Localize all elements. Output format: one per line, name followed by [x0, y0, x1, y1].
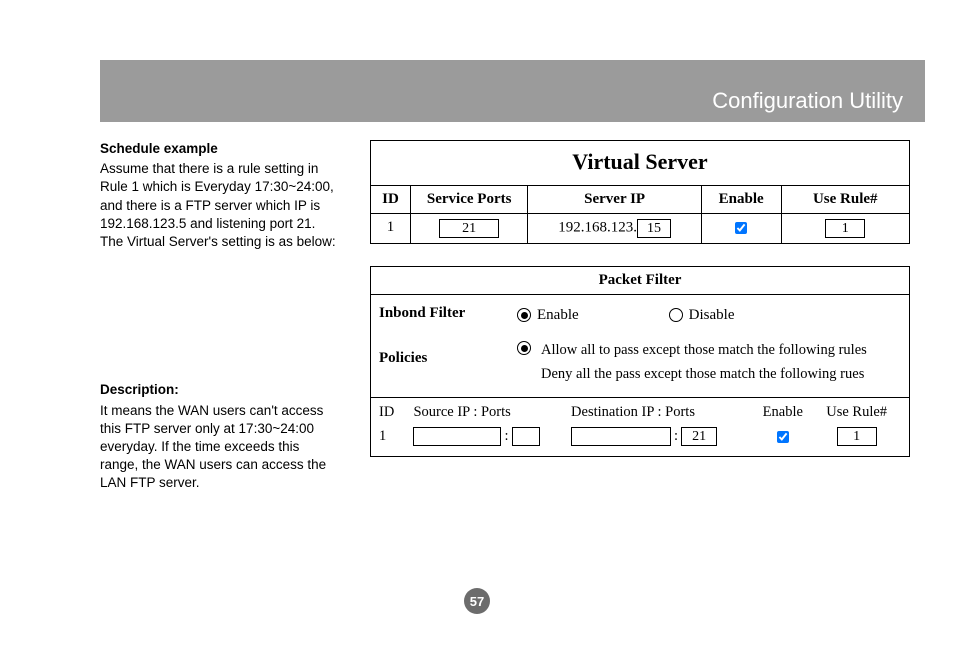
virtual-server-panel: Virtual Server ID Service Ports Server I…	[370, 140, 910, 244]
vs-enable-checkbox[interactable]	[735, 222, 747, 234]
vs-header-enable: Enable	[702, 186, 782, 213]
colon-icon: :	[501, 428, 511, 444]
inbound-filter-label: Inbond Filter	[379, 305, 503, 322]
pf-header-enable: Enable	[753, 404, 812, 421]
vs-header-use-rule: Use Rule#	[782, 186, 910, 213]
description-body: It means the WAN users can't access this…	[100, 402, 340, 493]
description-heading: Description:	[100, 381, 340, 399]
inbound-enable-radio[interactable]	[517, 308, 531, 322]
pf-src-ip-input[interactable]	[413, 427, 501, 446]
pf-header-src: Source IP : Ports	[413, 404, 571, 421]
packet-filter-title: Packet Filter	[371, 267, 909, 295]
inbound-disable-radio[interactable]	[669, 308, 683, 322]
schedule-body: Assume that there is a rule setting in R…	[100, 160, 340, 251]
pf-header-dst: Destination IP : Ports	[571, 404, 753, 421]
pf-header-id: ID	[379, 404, 413, 421]
packet-filter-panel: Packet Filter Inbond Filter Policies Ena…	[370, 266, 910, 457]
policy-deny-label: Deny all the pass except those match the…	[541, 365, 864, 383]
virtual-server-title: Virtual Server	[371, 141, 909, 186]
banner: Configuration Utility	[100, 60, 925, 122]
policy-allow-radio[interactable]	[517, 341, 531, 355]
vs-id: 1	[371, 214, 411, 243]
vs-use-rule-input[interactable]	[825, 219, 865, 238]
vs-header-service-ports: Service Ports	[411, 186, 529, 213]
vs-service-port-input[interactable]	[439, 219, 499, 238]
pf-header-use-rule: Use Rule#	[812, 404, 901, 421]
pf-dst-port-input[interactable]	[681, 427, 717, 446]
pf-src-port-input[interactable]	[512, 427, 540, 446]
vs-header-server-ip: Server IP	[528, 186, 701, 213]
pf-id: 1	[379, 428, 413, 445]
vs-ip-last-input[interactable]	[637, 219, 671, 238]
pf-enable-checkbox[interactable]	[777, 431, 789, 443]
colon-icon: :	[671, 428, 681, 444]
vs-ip-prefix: 192.168.123.	[558, 220, 637, 236]
vs-header-id: ID	[371, 186, 411, 213]
schedule-heading: Schedule example	[100, 140, 340, 158]
pf-dst-ip-input[interactable]	[571, 427, 671, 446]
page-number: 57	[464, 588, 490, 614]
inbound-enable-label: Enable	[537, 307, 579, 324]
inbound-disable-label: Disable	[689, 307, 735, 324]
policies-label: Policies	[379, 350, 503, 367]
pf-use-rule-input[interactable]	[837, 427, 877, 446]
policy-allow-label: Allow all to pass except those match the…	[541, 341, 867, 359]
